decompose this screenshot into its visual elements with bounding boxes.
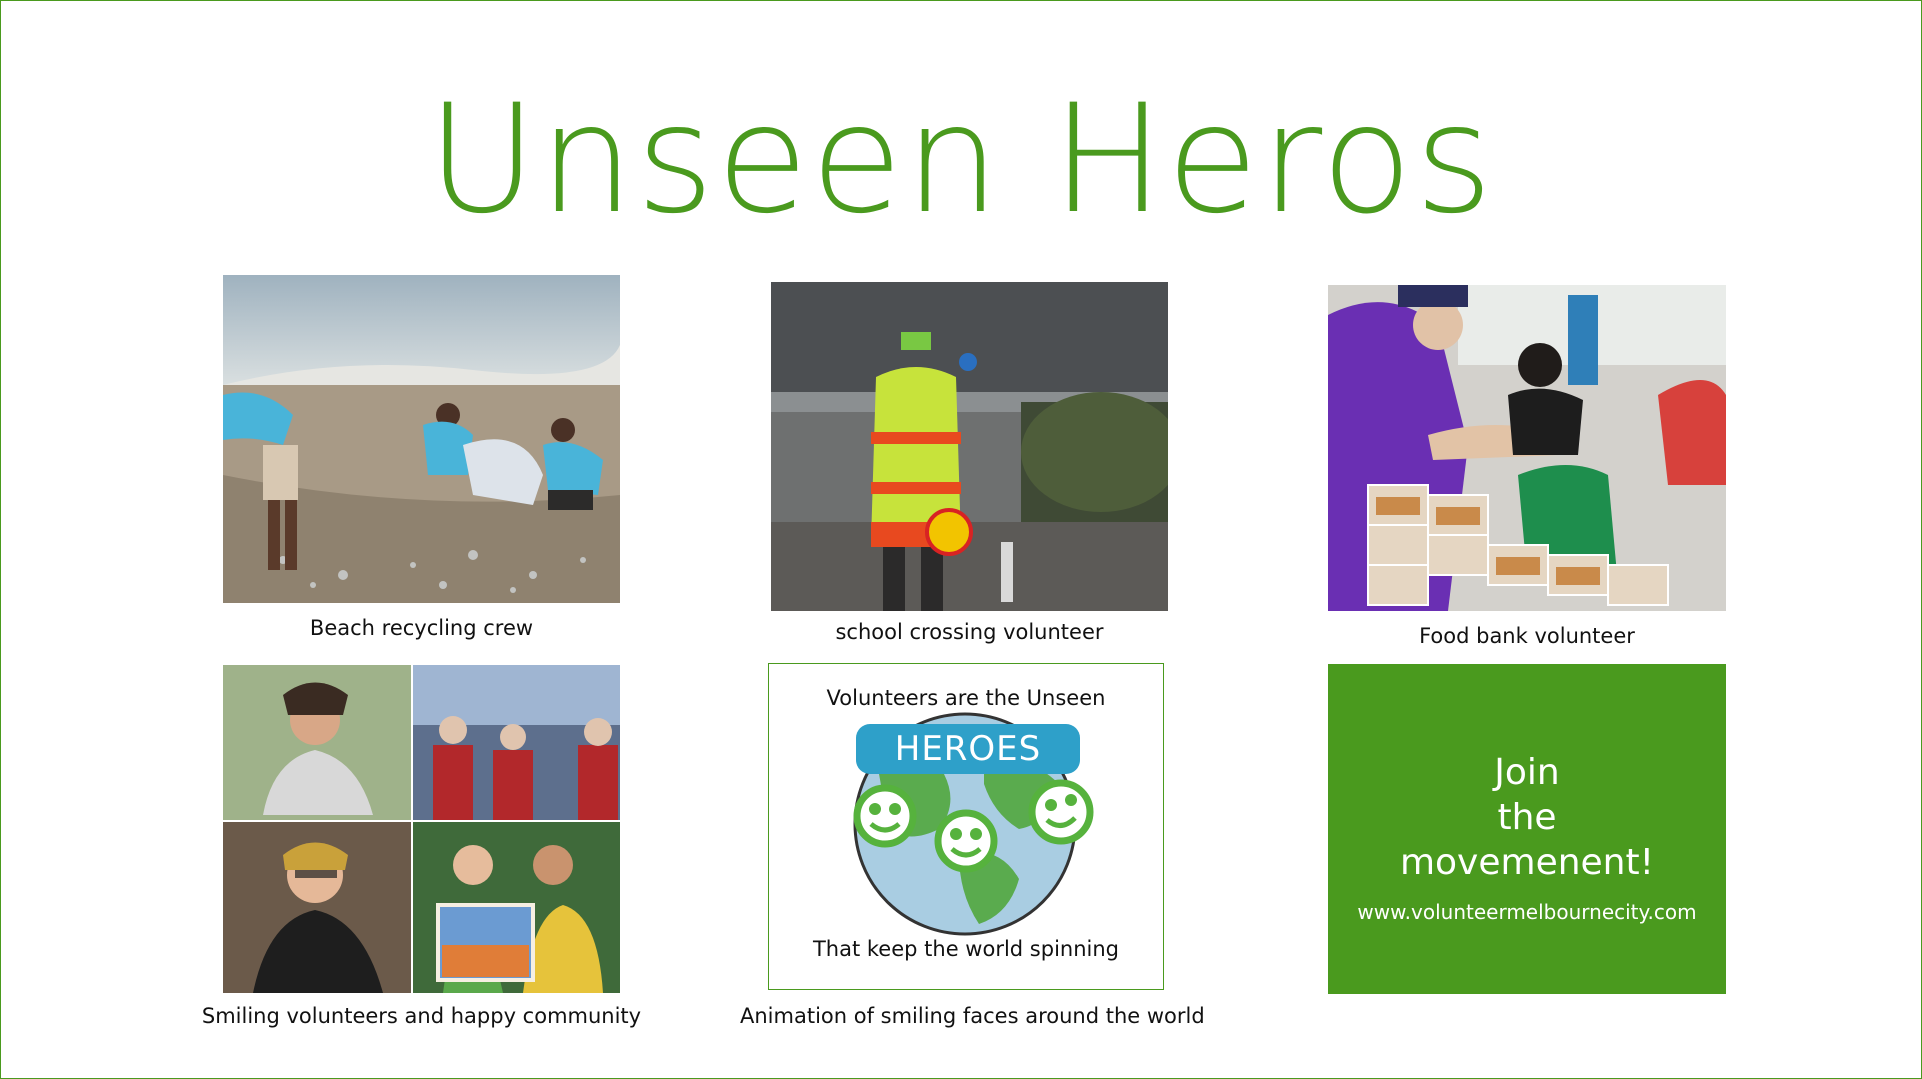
- heroes-banner: HEROES: [856, 724, 1080, 774]
- animation-text-bottom: That keep the world spinning: [812, 937, 1119, 961]
- join-line-1: Join: [1494, 752, 1560, 793]
- smiley-face-left: [853, 784, 917, 848]
- crossing-caption: school crossing volunteer: [835, 620, 1104, 644]
- beach-caption: Beach recycling crew: [309, 616, 534, 640]
- collage-caption: Smiling volunteers and happy community: [201, 1004, 642, 1028]
- food-bank-caption: Food bank volunteer: [1419, 624, 1635, 648]
- join-line-3: movemenent!: [1399, 842, 1655, 883]
- slide-title: Unseen Heros: [427, 73, 1495, 247]
- smiling-globe-animation: Volunteers are the Unseen HEROES That ke…: [768, 663, 1164, 990]
- smiley-face-center: [934, 809, 998, 873]
- join-movement-card: Join the movemenent! www.volunteermelbou…: [1328, 664, 1726, 994]
- beach-cleanup-photo: [223, 275, 620, 603]
- animation-caption: Animation of smiling faces around the wo…: [740, 1004, 1205, 1028]
- join-headline: Join the movemenent!: [1328, 750, 1726, 885]
- food-bank-photo: [1328, 285, 1726, 611]
- smiley-face-right: [1028, 779, 1094, 845]
- crossing-guard-photo: [771, 282, 1168, 611]
- website-link[interactable]: www.volunteermelbournecity.com: [1328, 900, 1726, 924]
- volunteer-collage-photo: [223, 665, 620, 993]
- join-line-2: the: [1497, 797, 1557, 838]
